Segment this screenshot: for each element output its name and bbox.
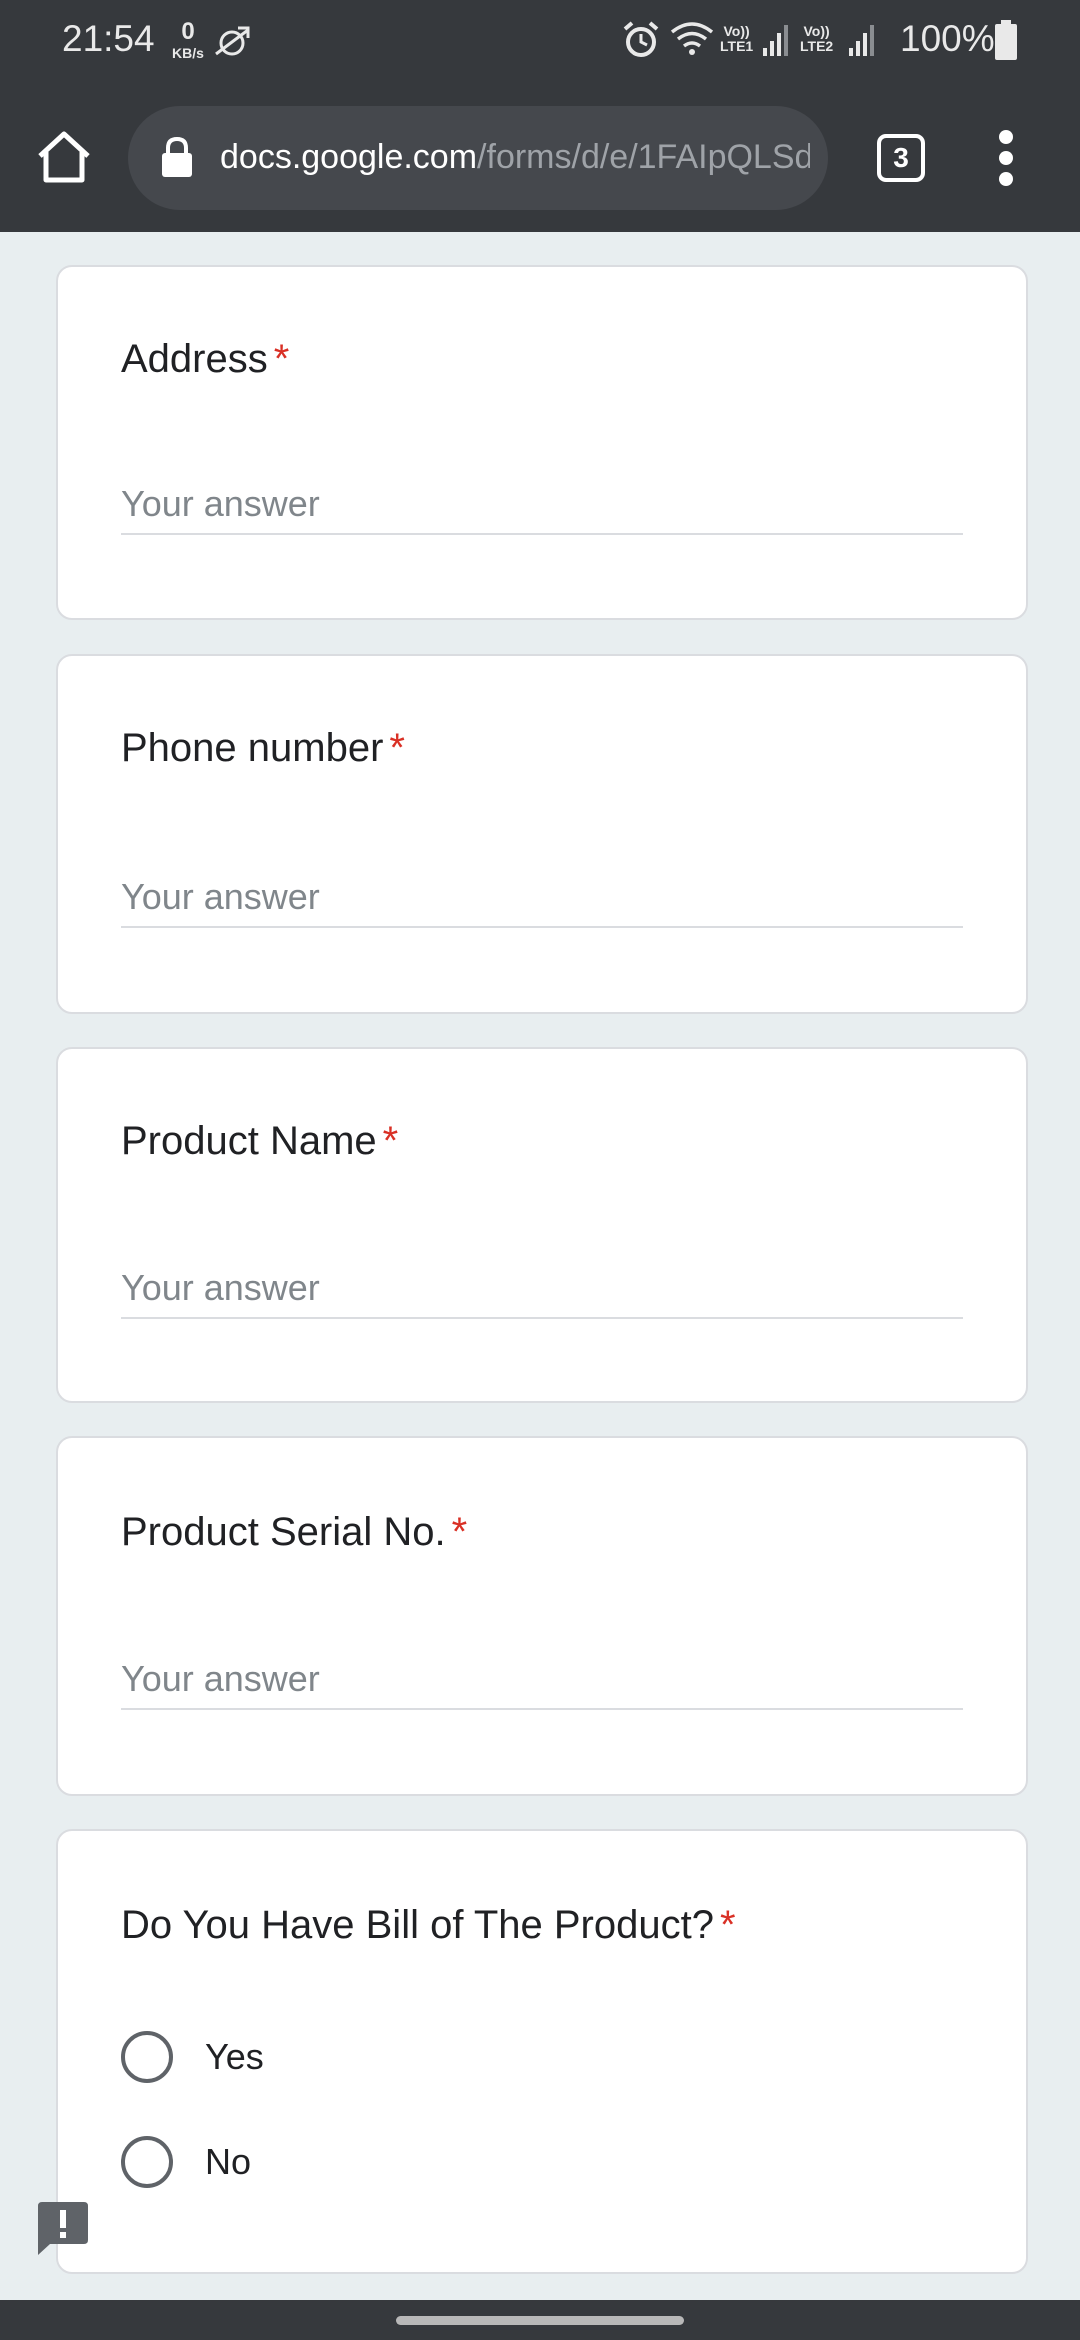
sim2-network: LTE2 [800, 38, 834, 54]
required-asterisk: * [451, 1510, 468, 1554]
required-asterisk: * [382, 1119, 399, 1163]
question-card-phone-number: Phone number * [56, 654, 1028, 1014]
battery-icon [995, 20, 1017, 60]
question-title-text: Product Name [121, 1119, 377, 1163]
tab-switcher-button[interactable]: 3 [877, 134, 925, 182]
question-title-text: Address [121, 337, 268, 381]
required-asterisk: * [389, 726, 405, 770]
url-text: docs.google.com/forms/d/e/1FAIpQLSdEy0S [220, 138, 810, 177]
wifi-icon [670, 22, 714, 55]
sim1-network: LTE1 [720, 38, 754, 54]
question-card-address: Address * [56, 265, 1028, 620]
question-title: Product Name * [121, 1119, 398, 1164]
network-speed: 0 KB/s [168, 18, 208, 61]
radio-button[interactable] [121, 2136, 173, 2188]
question-title: Do You Have Bill of The Product? * [121, 1903, 736, 1948]
alarm-icon [623, 21, 659, 57]
product-name-input[interactable] [121, 1259, 963, 1319]
sim1-volte: Vo)) [723, 23, 750, 39]
status-time: 21:54 [62, 18, 155, 59]
radio-label: No [205, 2141, 252, 2182]
battery-percent: 100% [900, 18, 995, 59]
radio-label: Yes [205, 2036, 264, 2077]
browser-toolbar: docs.google.com/forms/d/e/1FAIpQLSdEy0S … [0, 80, 1080, 232]
question-card-product-serial: Product Serial No. * [56, 1436, 1028, 1796]
report-feedback-icon[interactable] [36, 2200, 90, 2256]
home-gesture-handle[interactable] [396, 2316, 684, 2325]
address-input[interactable] [121, 475, 963, 535]
address-bar[interactable]: docs.google.com/forms/d/e/1FAIpQLSdEy0S [128, 106, 828, 210]
sim2-label: Vo)) LTE2 [800, 24, 833, 54]
url-path: /forms/d/e/1FAIpQLSdEy0S [477, 138, 810, 176]
signal-icon [763, 25, 788, 56]
url-domain: docs.google.com [220, 138, 478, 176]
question-card-bill: Do You Have Bill of The Product? * Yes No [56, 1829, 1028, 2274]
status-bar: 21:54 0 KB/s Vo)) LTE1 Vo)) LTE2 100% [0, 0, 1080, 80]
sim2-volte: Vo)) [803, 23, 830, 39]
required-asterisk: * [273, 337, 290, 381]
home-icon[interactable] [32, 124, 96, 188]
question-title-text: Phone number [121, 726, 384, 770]
signal-icon [849, 25, 874, 56]
navigation-bar [0, 2300, 1080, 2340]
question-title-text: Do You Have Bill of The Product? [121, 1903, 714, 1947]
network-speed-unit: KB/s [172, 45, 204, 61]
question-card-product-name: Product Name * [56, 1047, 1028, 1403]
product-serial-input[interactable] [121, 1650, 963, 1710]
data-saver-icon [215, 26, 250, 56]
question-title-text: Product Serial No. [121, 1510, 446, 1554]
radio-option-no[interactable]: No [121, 2131, 521, 2191]
lock-icon [162, 136, 192, 177]
sim1-label: Vo)) LTE1 [720, 24, 753, 54]
phone-number-input[interactable] [121, 868, 963, 928]
network-speed-value: 0 [181, 18, 195, 45]
question-title: Phone number * [121, 726, 405, 771]
radio-option-yes[interactable]: Yes [121, 2026, 521, 2086]
menu-icon[interactable] [990, 130, 1022, 186]
question-title: Product Serial No. * [121, 1510, 467, 1555]
radio-button[interactable] [121, 2031, 173, 2083]
required-asterisk: * [719, 1903, 736, 1947]
question-title: Address * [121, 337, 289, 382]
